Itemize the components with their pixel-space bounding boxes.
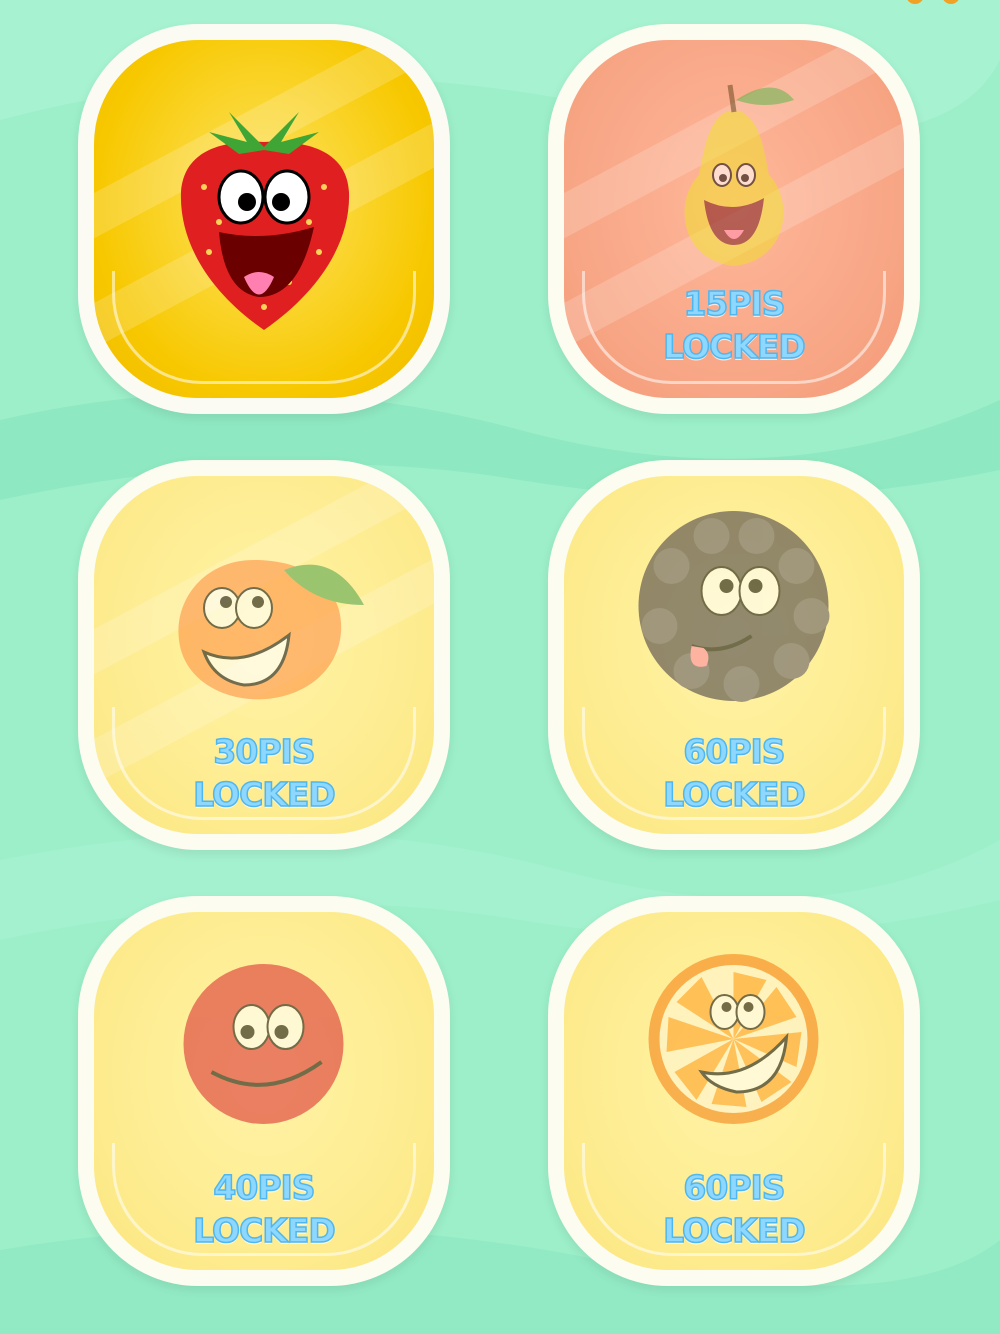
level-tile-orange[interactable]: 60PIS LOCKED <box>548 896 920 1286</box>
peach-icon <box>178 560 364 700</box>
level-tile-pear[interactable]: 15PIS LOCKED <box>548 24 920 414</box>
blackberry-icon <box>638 511 830 702</box>
corner-decoration <box>888 0 978 6</box>
level-tile-cherry[interactable]: 40PIS LOCKED <box>78 896 450 1286</box>
cherry-icon <box>183 964 344 1124</box>
orange-slice-icon <box>648 954 819 1124</box>
level-tile-blackberry[interactable]: 60PIS LOCKED <box>548 460 920 850</box>
pear-icon <box>684 84 794 266</box>
level-tile-strawberry[interactable] <box>78 24 450 414</box>
level-tile-peach[interactable]: 30PIS LOCKED <box>78 460 450 850</box>
